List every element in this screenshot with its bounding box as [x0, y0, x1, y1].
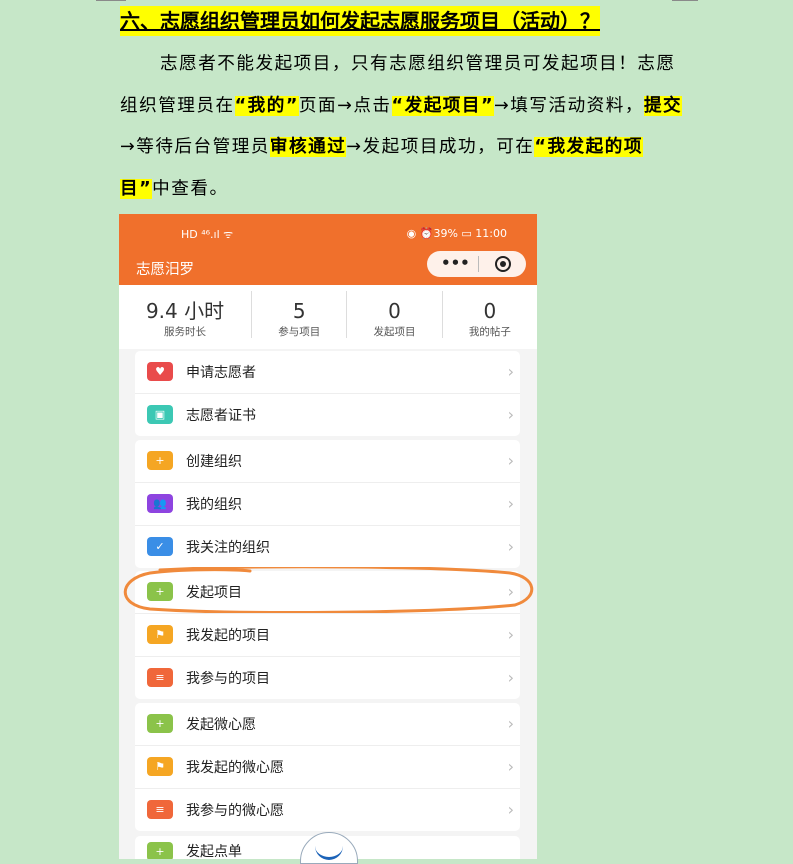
chevron-right-icon: › — [507, 800, 514, 819]
menu-item-label: 申请志愿者 — [186, 365, 256, 381]
highlight-my-page: “我的” — [234, 95, 299, 116]
stat-1[interactable]: 5 参与项目 — [252, 291, 348, 338]
menu-item[interactable]: ≡ 我参与的微心愿 › — [135, 789, 520, 831]
text-run: →等待后台管理员 — [120, 137, 270, 157]
phone-screenshot: HD ⁴⁶.ıl ᯤ ◉ ⏰39% ▭ 11:00 志愿汨罗 ••• 9.4 小… — [119, 214, 537, 859]
menu-item[interactable]: ⚑ 我发起的项目 › — [135, 614, 520, 657]
chevron-right-icon: › — [507, 362, 514, 381]
chevron-right-icon: › — [507, 494, 514, 513]
highlight-review: 审核通过 — [269, 137, 347, 157]
menu-item[interactable]: ⚑ 我发起的微心愿 › — [135, 746, 520, 789]
text-run: 页面→点击 — [298, 95, 392, 116]
menu-item-label: 发起微心愿 — [186, 717, 256, 733]
section-heading: 六、志愿组织管理员如何发起志愿服务项目（活动）？ — [120, 6, 600, 36]
follow-icon: ✓ — [147, 537, 173, 556]
instruction-paragraph: 志愿者不能发起项目，只有志愿组织管理员可发起项目！志愿组织管理员在“我的”页面→… — [120, 44, 690, 210]
menu-item[interactable]: + 创建组织 › — [135, 440, 520, 483]
page-edge-line-left — [96, 0, 126, 1]
menu-item[interactable]: ≡ 我参与的项目 › — [135, 657, 520, 699]
text-run: →填写活动资料， — [494, 95, 644, 116]
flag-icon: ⚑ — [147, 625, 173, 644]
menu-item-label: 我参与的项目 — [186, 671, 270, 687]
status-bar: HD ⁴⁶.ıl ᯤ ◉ ⏰39% ▭ 11:00 — [119, 214, 537, 254]
menu-item[interactable]: + 发起项目 › — [135, 571, 520, 614]
stat-label: 参与项目 — [278, 326, 321, 338]
list-icon: ≡ — [147, 668, 173, 687]
menu-item[interactable]: ✓ 我关注的组织 › — [135, 526, 520, 568]
create-org-icon: + — [147, 451, 173, 470]
app-title: 志愿汨罗 — [136, 262, 194, 278]
stat-label: 服务时长 — [164, 326, 207, 338]
miniprogram-capsule: ••• — [427, 251, 526, 277]
chevron-right-icon: › — [507, 582, 514, 601]
menu-item-label: 创建组织 — [186, 454, 242, 470]
text-run: 中查看。 — [152, 178, 229, 199]
menu-item[interactable]: 👥 我的组织 › — [135, 483, 520, 526]
menu-item-label: 我关注的组织 — [186, 540, 270, 556]
stat-label: 发起项目 — [373, 326, 416, 338]
capsule-divider — [478, 256, 479, 272]
flag-icon: ⚑ — [147, 757, 173, 776]
add-circle-icon: + — [147, 582, 173, 601]
chevron-right-icon: › — [507, 757, 514, 776]
menu-group-0: ♥ 申请志愿者 › ▣ 志愿者证书 › — [135, 351, 520, 436]
menu-item-label: 志愿者证书 — [186, 408, 256, 424]
certificate-icon: ▣ — [147, 405, 173, 424]
chevron-right-icon: › — [507, 668, 514, 687]
menu-group-1: + 创建组织 › 👥 我的组织 › ✓ 我关注的组织 › — [135, 440, 520, 568]
stat-label: 我的帖子 — [468, 326, 511, 338]
menu-item-label: 我的组织 — [186, 497, 242, 513]
stats-bar: 9.4 小时服务时长 5 参与项目 0 发起项目 0 我的帖子 — [119, 285, 537, 349]
add-circle-icon: + — [147, 714, 173, 733]
close-target-icon[interactable] — [495, 256, 511, 272]
signal-status: HD ⁴⁶.ıl ᯤ — [181, 228, 234, 241]
highlight-submit: 提交 — [643, 95, 683, 116]
stat-value: 0 — [483, 299, 497, 323]
heart-icon: ♥ — [147, 362, 173, 381]
stat-0[interactable]: 9.4 小时服务时长 — [119, 291, 253, 338]
chevron-right-icon: › — [507, 537, 514, 556]
text-run: →发起项目成功，可在 — [346, 137, 535, 157]
menu-item-label: 我发起的项目 — [186, 628, 270, 644]
stat-2[interactable]: 0 发起项目 — [347, 291, 443, 338]
menu-item-label: 发起项目 — [186, 585, 242, 601]
menu-item[interactable]: + 发起微心愿 › — [135, 703, 520, 746]
menu-item[interactable]: ♥ 申请志愿者 › — [135, 351, 520, 394]
page-edge-line-right — [672, 0, 698, 1]
menu-group-2: + 发起项目 › ⚑ 我发起的项目 › ≡ 我参与的项目 › — [135, 571, 520, 699]
chevron-right-icon: › — [507, 714, 514, 733]
menu-item-label: 我发起的微心愿 — [186, 760, 284, 776]
logo-wave — [315, 843, 343, 860]
app-navbar: 志愿汨罗 ••• — [119, 251, 537, 285]
menu-item-label: 我参与的微心愿 — [186, 803, 284, 819]
add-circle-icon: + — [147, 842, 173, 859]
stat-value: 0 — [388, 299, 401, 323]
highlight-start-project: “发起项目” — [391, 95, 495, 116]
chevron-right-icon: › — [507, 625, 514, 644]
people-icon: 👥 — [147, 494, 173, 513]
menu-item-label: 发起点单 — [186, 844, 242, 859]
chevron-right-icon: › — [507, 405, 514, 424]
list-icon: ≡ — [147, 800, 173, 819]
stat-value: 5 — [292, 299, 306, 323]
stat-3[interactable]: 0 我的帖子 — [443, 291, 537, 338]
more-icon[interactable]: ••• — [441, 254, 470, 272]
menu-item[interactable]: ▣ 志愿者证书 › — [135, 394, 520, 436]
battery-time-status: ◉ ⏰39% ▭ 11:00 — [406, 227, 507, 240]
menu-group-3: + 发起微心愿 › ⚑ 我发起的微心愿 › ≡ 我参与的微心愿 › — [135, 703, 520, 831]
chevron-right-icon: › — [507, 451, 514, 470]
stat-value: 9.4 小时 — [145, 299, 225, 323]
